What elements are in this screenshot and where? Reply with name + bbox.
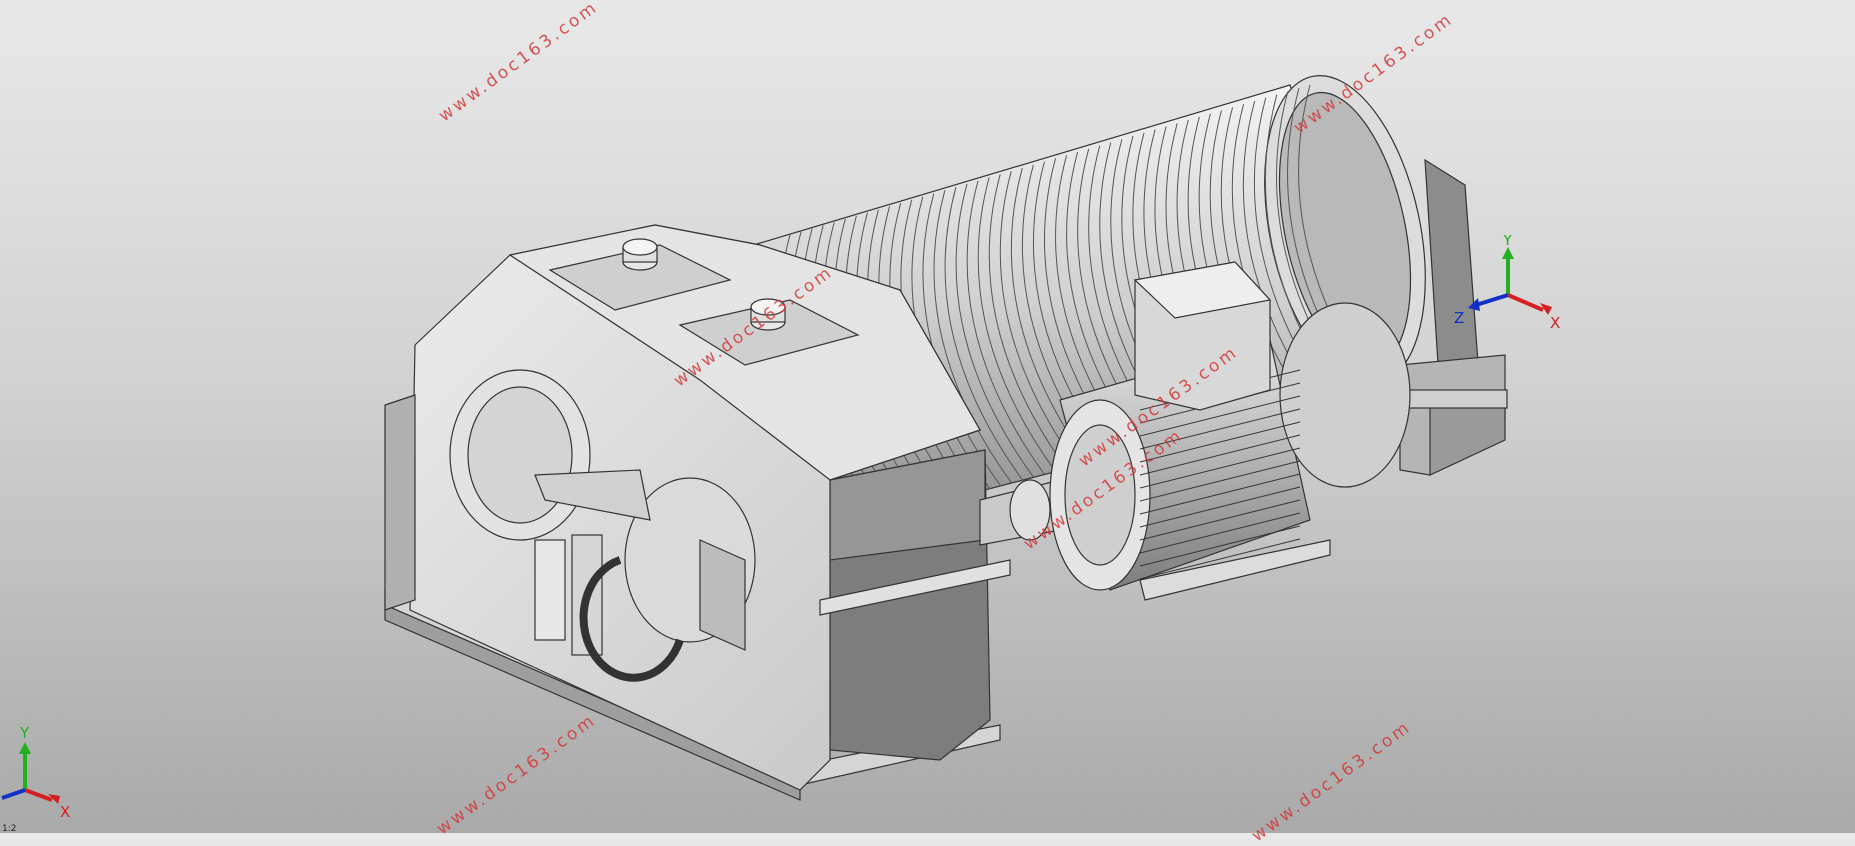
3d-viewport[interactable]: www.doc163.com www.doc163.com www.doc163… [0,0,1855,846]
z-axis-label: Z [1454,309,1464,327]
z-axis-arrow [1475,293,1509,307]
view-triad[interactable]: Y X Z [1448,235,1563,335]
corner-y-label: Y [19,724,30,742]
x-axis-label: X [1550,314,1560,332]
corner-triad: Y X [1,724,70,821]
hoist-assembly-model[interactable] [0,0,1855,833]
corner-x-label: X [60,803,70,821]
x-axis-arrow [1507,293,1544,312]
y-axis-label: Y [1502,235,1513,249]
